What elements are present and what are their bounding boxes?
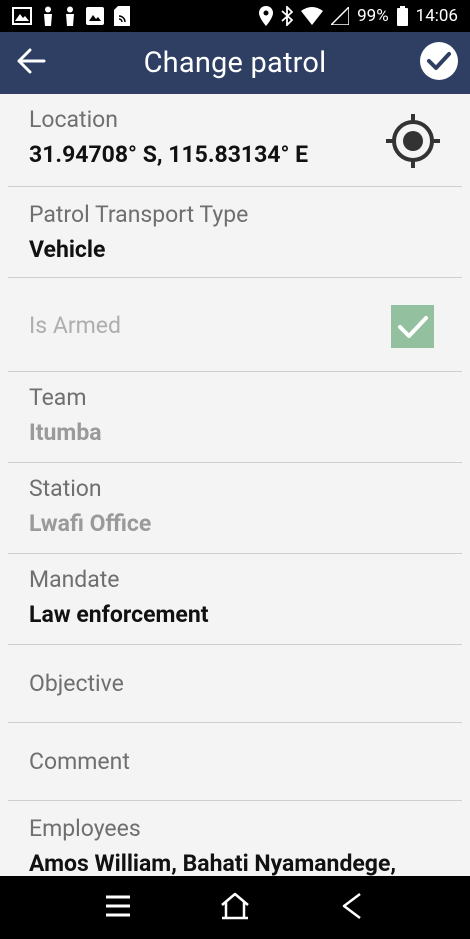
arrow-left-icon [16,48,46,78]
transport-type-label: Patrol Transport Type [29,201,249,228]
person-notification-icon [42,6,54,26]
menu-icon [104,894,132,922]
home-button[interactable] [205,876,265,939]
is-armed-checkbox[interactable] [391,305,434,348]
person-notification-icon-2 [64,6,76,26]
comment-field[interactable]: Comment [8,723,462,801]
employees-label: Employees [29,815,141,842]
employees-value: Amos William, Bahati Nyamandege, [29,850,397,876]
mandate-label: Mandate [29,566,120,593]
transport-type-field[interactable]: Patrol Transport Type Vehicle [8,187,462,278]
station-label: Station [29,475,102,502]
station-value: Lwafi Office [29,510,152,537]
objective-field[interactable]: Objective [8,645,462,723]
save-button[interactable] [408,32,470,94]
team-label: Team [29,384,87,411]
signal-icon [331,7,350,25]
station-field[interactable]: Station Lwafi Office [8,463,462,554]
team-field[interactable]: Team Itumba [8,372,462,463]
back-button[interactable] [0,32,62,94]
system-nav-bar [0,876,470,939]
status-bar: 99% 14:06 [0,0,470,32]
gps-target-icon[interactable] [386,114,440,168]
employees-field[interactable]: Employees Amos William, Bahati Nyamandeg… [8,801,462,876]
comment-label: Comment [29,748,130,775]
battery-percent: 99% [357,6,389,26]
patrol-form: Location 31.94708° S, 115.83134° E Patro… [0,94,470,876]
objective-label: Objective [29,670,124,697]
transport-type-value: Vehicle [29,236,106,263]
wifi-icon [301,7,324,25]
home-icon [220,892,250,924]
sd-card-notification-icon [114,6,130,26]
app-bar: Change patrol [0,32,470,94]
mandate-value: Law enforcement [29,601,209,628]
mandate-field[interactable]: Mandate Law enforcement [8,554,462,645]
is-armed-field[interactable]: Is Armed [8,278,462,372]
chevron-left-icon [340,892,364,924]
battery-icon [396,6,408,26]
gallery-notification-icon [12,7,32,25]
image-notification-icon [86,7,104,25]
team-value: Itumba [29,419,102,446]
location-icon [259,6,274,26]
page-title: Change patrol [143,46,327,80]
menu-button[interactable] [88,876,148,939]
bluetooth-icon [281,6,294,26]
check-circle-icon [419,41,459,85]
clock: 14:06 [415,6,458,26]
location-field[interactable]: Location 31.94708° S, 115.83134° E [8,94,462,187]
back-nav-button[interactable] [322,876,382,939]
